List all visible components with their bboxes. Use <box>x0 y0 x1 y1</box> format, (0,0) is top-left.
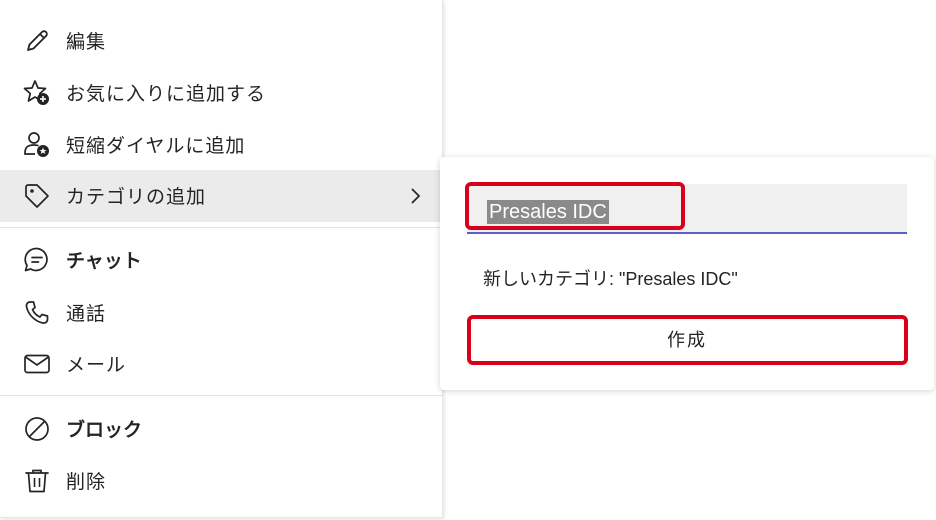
phone-icon <box>22 298 52 328</box>
menu-item-block[interactable]: ブロック <box>0 403 442 455</box>
menu-item-label: 編集 <box>66 30 107 53</box>
menu-item-add-category[interactable]: カテゴリの追加 <box>0 170 442 222</box>
menu-divider <box>0 227 442 228</box>
selected-input-text: Presales IDC <box>487 200 609 224</box>
menu-item-label: カテゴリの追加 <box>66 185 207 208</box>
menu-item-edit[interactable]: 編集 <box>0 15 442 67</box>
menu-item-mail[interactable]: メール <box>0 338 442 390</box>
menu-item-label: 通話 <box>66 302 107 325</box>
menu-item-label: 削除 <box>66 470 107 493</box>
context-menu: 編集 お気に入りに追加する 短縮ダイヤルに追加 カテゴリの追加 チャット 通話 … <box>0 0 443 518</box>
menu-item-label: お気に入りに追加する <box>66 82 267 105</box>
tag-icon <box>22 181 52 211</box>
menu-item-delete[interactable]: 削除 <box>0 455 442 507</box>
block-icon <box>22 414 52 444</box>
menu-item-add-favorite[interactable]: お気に入りに追加する <box>0 67 442 119</box>
create-button[interactable]: 作成 <box>467 315 907 363</box>
new-category-suggestion[interactable]: 新しいカテゴリ: "Presales IDC" <box>483 265 738 291</box>
person-dial-icon <box>22 130 52 160</box>
menu-divider <box>0 395 442 396</box>
screen: 編集 お気に入りに追加する 短縮ダイヤルに追加 カテゴリの追加 チャット 通話 … <box>0 0 936 520</box>
chat-bubble-icon <box>22 245 52 275</box>
pencil-icon <box>22 26 52 56</box>
trash-icon <box>22 466 52 496</box>
menu-item-label: ブロック <box>66 418 143 441</box>
menu-item-chat[interactable]: チャット <box>0 234 442 286</box>
menu-item-add-speed-dial[interactable]: 短縮ダイヤルに追加 <box>0 119 442 171</box>
category-submenu: Presales IDC 新しいカテゴリ: "Presales IDC" 作成 <box>440 157 934 390</box>
menu-item-call[interactable]: 通話 <box>0 287 442 339</box>
menu-item-label: 短縮ダイヤルに追加 <box>66 134 246 157</box>
star-add-icon <box>22 78 52 108</box>
chevron-right-icon <box>406 184 424 208</box>
menu-item-label: メール <box>66 353 127 376</box>
menu-item-label: チャット <box>66 249 142 272</box>
mail-icon <box>22 349 52 379</box>
